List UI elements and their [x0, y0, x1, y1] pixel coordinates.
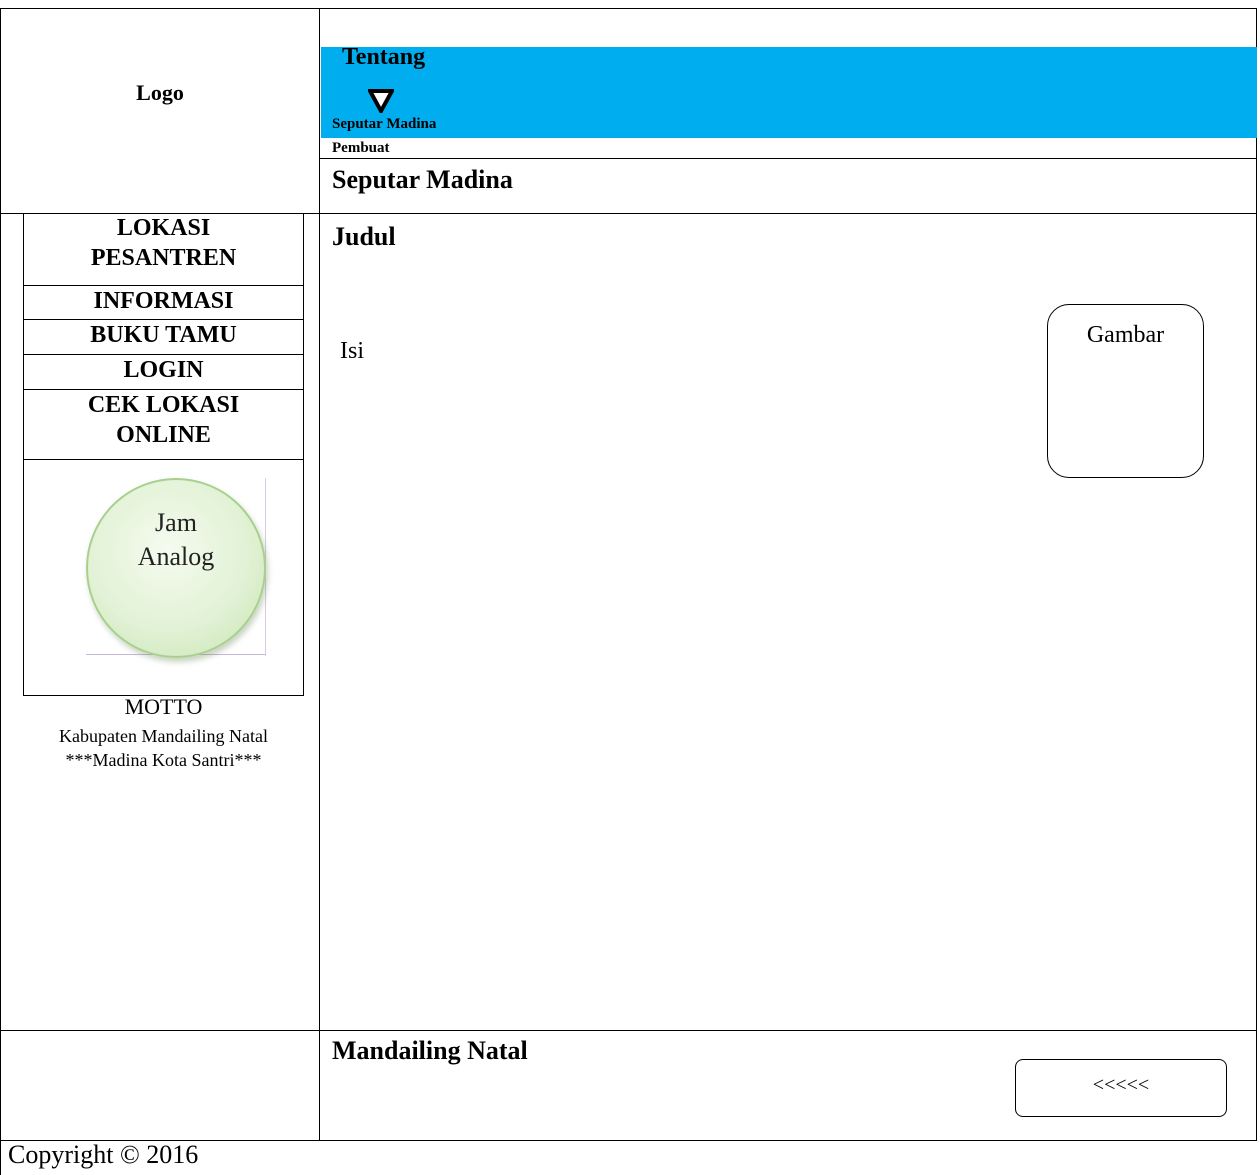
page-title: Seputar Madina: [332, 165, 513, 194]
content-title: Judul: [332, 222, 396, 251]
dropdown-arrow-icon[interactable]: [366, 89, 396, 116]
nav-menu-tentang[interactable]: Tentang: [342, 44, 425, 71]
back-button[interactable]: <<<<<: [1015, 1059, 1227, 1117]
column-divider: [319, 8, 320, 1140]
footer-title: Mandailing Natal: [332, 1036, 528, 1065]
sidebar-item-lokasi-pesantren[interactable]: LOKASI PESANTREN: [24, 213, 303, 286]
sidebar-item-login[interactable]: LOGIN: [24, 355, 303, 390]
frame-right-border: [1256, 8, 1257, 1140]
content-divider: [319, 213, 1257, 214]
submenu-item-pembuat[interactable]: Pembuat: [332, 140, 390, 157]
sidebar-item-cek-lokasi-online[interactable]: CEK LOKASI ONLINE: [24, 390, 303, 460]
image-label: Gambar: [1086, 322, 1165, 348]
sidebar-item-label: ONLINE: [116, 422, 211, 448]
logo[interactable]: Logo: [0, 80, 320, 106]
sidebar-item-label: LOKASI: [116, 215, 211, 241]
frame-left-border: [0, 8, 1, 1175]
footer-divider: [0, 1030, 1257, 1031]
back-button-label: <<<<<: [1092, 1074, 1150, 1096]
menu-divider: [319, 158, 1257, 159]
sidebar-item-buku-tamu[interactable]: BUKU TAMU: [24, 320, 303, 355]
sidebar-item-informasi[interactable]: INFORMASI: [24, 286, 303, 320]
motto-title: MOTTO: [124, 694, 203, 719]
sidebar-item-label: INFORMASI: [93, 288, 234, 314]
sidebar-item-label: PESANTREN: [90, 245, 237, 271]
copyright: Copyright © 2016: [8, 1140, 199, 1169]
motto-text: Kabupaten Mandailing Natal: [59, 726, 268, 746]
nav-banner: [321, 47, 1257, 138]
motto-text: ***Madina Kota Santri***: [65, 750, 262, 770]
analog-clock: Jam Analog: [86, 478, 267, 658]
frame-top-border: [0, 8, 1257, 9]
sidebar-item-label: BUKU TAMU: [90, 322, 237, 348]
submenu-item-seputar-madina[interactable]: Seputar Madina: [332, 116, 436, 133]
content-body: Isi: [340, 338, 364, 364]
clock-label: Jam: [155, 508, 197, 537]
clock-label: Analog: [137, 542, 215, 571]
sidebar-item-label: CEK LOKASI: [87, 392, 240, 418]
content-image: Gambar: [1047, 304, 1204, 478]
sidebar-item-label: LOGIN: [123, 357, 204, 383]
